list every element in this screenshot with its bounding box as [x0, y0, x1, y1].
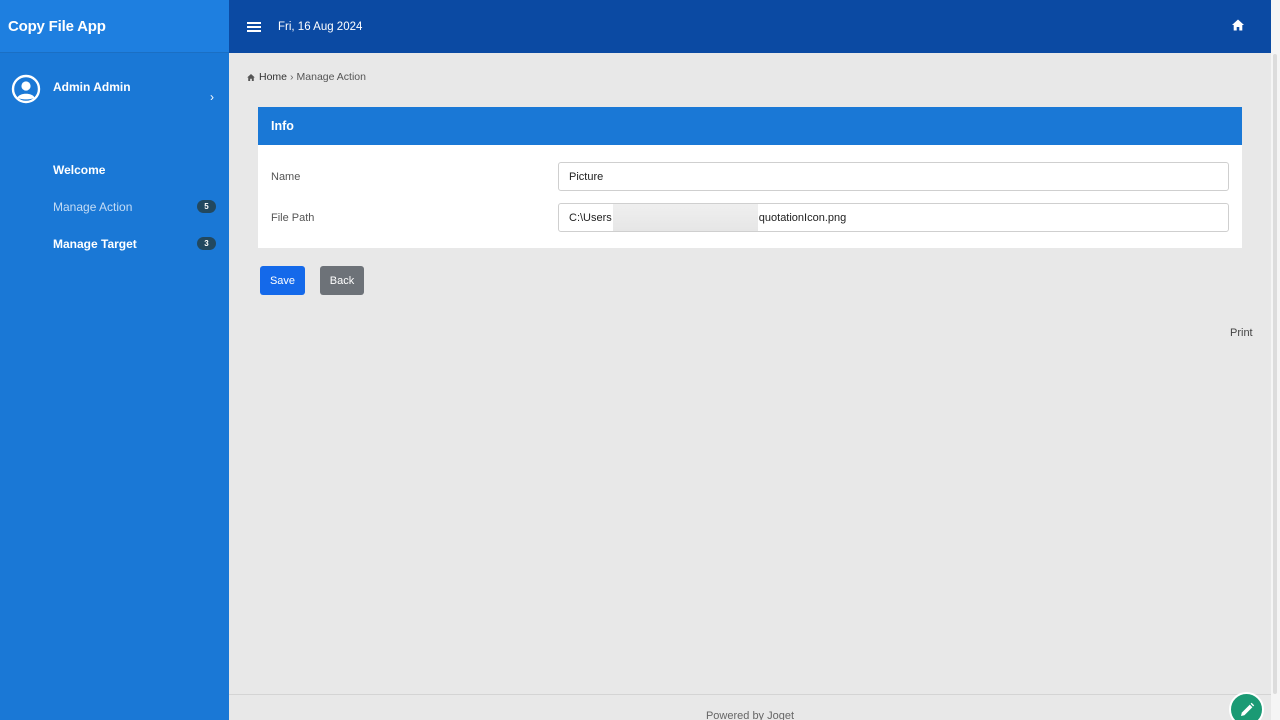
- file-path-input[interactable]: C:\Users quotationIcon.png: [558, 203, 1229, 232]
- name-input[interactable]: Picture: [558, 162, 1229, 191]
- breadcrumb-separator: ›: [290, 71, 294, 83]
- count-badge: 3: [197, 237, 216, 250]
- home-icon[interactable]: [1231, 18, 1245, 32]
- sidebar-item-welcome[interactable]: Welcome: [0, 151, 229, 188]
- sidebar-item-manage-target[interactable]: Manage Target 3: [0, 225, 229, 262]
- sidebar-item-label: Manage Action: [53, 199, 133, 214]
- breadcrumb-current: Manage Action: [296, 71, 366, 83]
- sidebar-item-label: Manage Target: [53, 236, 137, 251]
- user-circle-icon: [11, 74, 41, 104]
- user-panel[interactable]: Admin Admin ›: [0, 53, 229, 125]
- count-badge: 5: [197, 200, 216, 213]
- home-icon: [247, 73, 255, 81]
- current-date: Fri, 16 Aug 2024: [278, 20, 363, 33]
- save-button[interactable]: Save: [260, 266, 305, 295]
- breadcrumb: Home › Manage Action: [246, 71, 366, 83]
- back-button[interactable]: Back: [320, 266, 364, 295]
- app-title[interactable]: Copy File App: [0, 0, 229, 53]
- file-path-prefix: C:\Users: [569, 211, 612, 224]
- info-card: Info Name Picture File Path C:\Users quo…: [258, 107, 1242, 248]
- redacted-segment: [612, 204, 758, 231]
- top-bar: Fri, 16 Aug 2024: [229, 0, 1271, 53]
- sidebar-item-manage-action[interactable]: Manage Action 5: [0, 188, 229, 225]
- field-label: File Path: [271, 211, 315, 224]
- chevron-right-icon[interactable]: ›: [210, 90, 214, 104]
- sidebar-menu: Welcome Manage Action 5 Manage Target 3: [0, 151, 229, 262]
- edit-button[interactable]: [1229, 692, 1264, 720]
- sidebar: Copy File App Admin Admin › Welcome Mana…: [0, 0, 229, 720]
- breadcrumb-home-link[interactable]: Home: [259, 71, 287, 83]
- page-scrollbar[interactable]: [1271, 0, 1280, 720]
- hamburger-icon[interactable]: [247, 21, 261, 32]
- footer: Powered by Joget: [229, 694, 1271, 720]
- form-row-name: Name Picture: [258, 162, 1242, 191]
- name-value: Picture: [569, 170, 604, 183]
- footer-text: Powered by Joget: [705, 710, 795, 720]
- card-header: Info: [258, 107, 1242, 145]
- print-link[interactable]: Print: [1230, 327, 1253, 339]
- sidebar-item-label: Welcome: [53, 162, 106, 177]
- field-label: Name: [271, 170, 301, 183]
- form-row-file-path: File Path C:\Users quotationIcon.png: [258, 203, 1242, 232]
- user-name: Admin Admin: [53, 80, 131, 94]
- file-path-suffix: quotationIcon.png: [758, 211, 847, 224]
- pencil-icon: [1240, 702, 1254, 716]
